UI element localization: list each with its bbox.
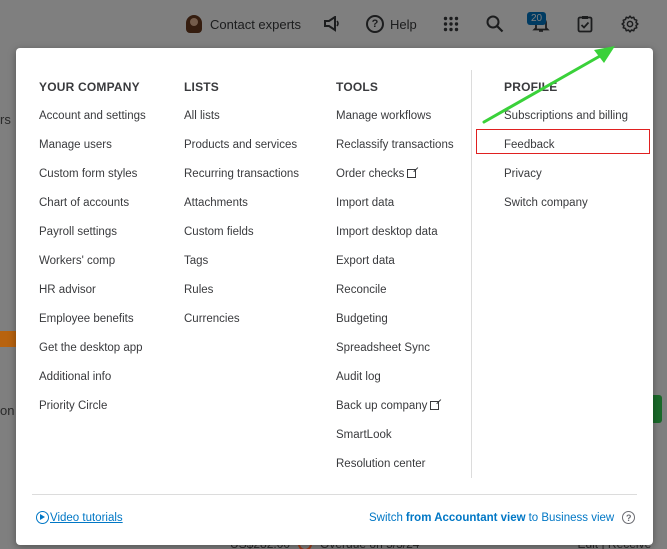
annotation-arrow-icon — [482, 46, 615, 124]
